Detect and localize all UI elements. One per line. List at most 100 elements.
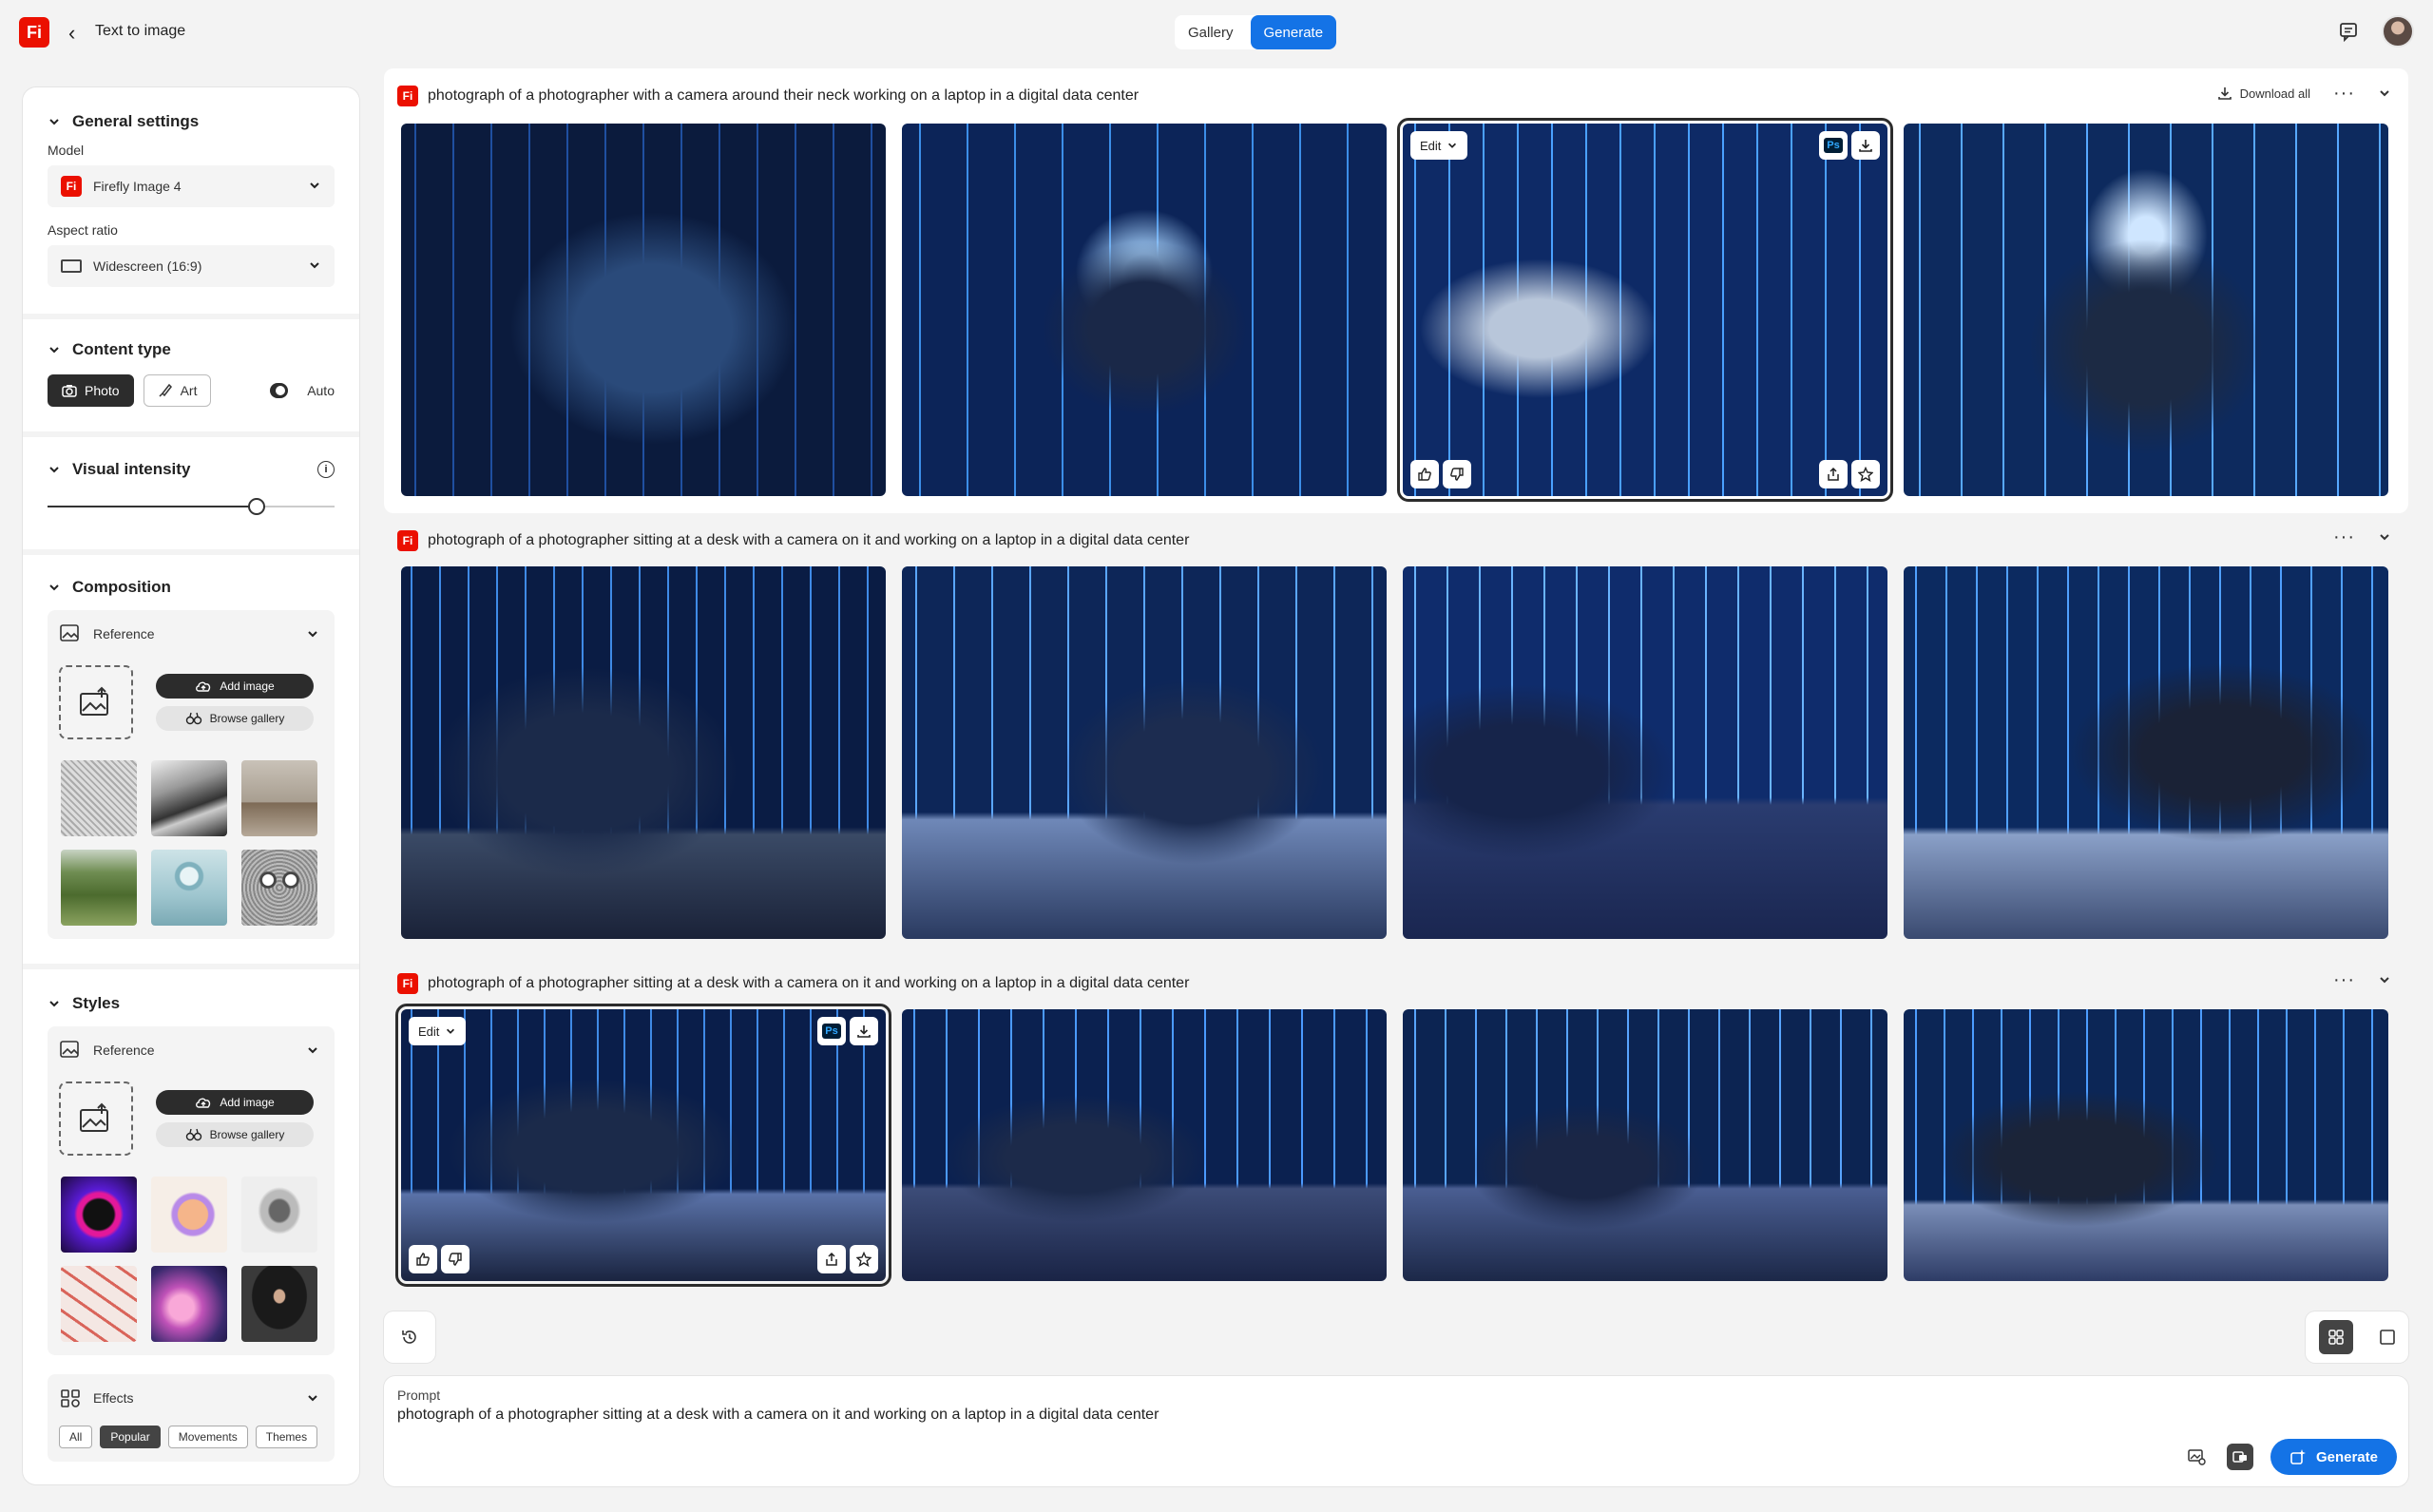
- composition-reference-dropdown[interactable]: Reference: [59, 622, 323, 646]
- row-1-tools: Download all ···: [2217, 84, 2391, 103]
- style-preset-pink-clouds[interactable]: [151, 1266, 227, 1342]
- prompt-input[interactable]: photograph of a photographer sitting at …: [397, 1407, 1159, 1424]
- row-1-prompt: Fi photograph of a photographer with a c…: [397, 86, 1139, 106]
- effects-chip-themes[interactable]: Themes: [255, 1426, 318, 1448]
- slider-thumb[interactable]: [248, 498, 266, 515]
- like-button[interactable]: [1410, 460, 1439, 488]
- generated-image[interactable]: [1904, 1009, 2388, 1281]
- style-preset-3d-thumbs-up[interactable]: [151, 1177, 227, 1253]
- tab-generate[interactable]: Generate: [1250, 15, 1337, 49]
- effects-chip-all[interactable]: All: [59, 1426, 93, 1448]
- generated-image[interactable]: [1403, 566, 1887, 939]
- dislike-button[interactable]: [441, 1245, 469, 1273]
- like-button[interactable]: [409, 1245, 437, 1273]
- effects-chip-popular[interactable]: Popular: [100, 1426, 161, 1448]
- model-select[interactable]: Fi Firefly Image 4: [48, 165, 335, 207]
- firefly-logo[interactable]: Fi: [19, 17, 49, 48]
- generated-image[interactable]: [902, 124, 1387, 496]
- credentials-icon: [2232, 1451, 2247, 1463]
- general-settings-header[interactable]: General settings: [48, 112, 335, 131]
- user-avatar[interactable]: [2382, 15, 2414, 48]
- share-button[interactable]: [1819, 460, 1848, 488]
- download-image-button[interactable]: [850, 1017, 878, 1045]
- tab-gallery[interactable]: Gallery: [1175, 15, 1247, 49]
- composition-section: Composition Reference Add image Browse g…: [23, 555, 359, 969]
- aspect-ratio-select[interactable]: Widescreen (16:9): [48, 245, 335, 287]
- composition-preset-living-room[interactable]: [241, 760, 317, 836]
- generated-image[interactable]: [902, 566, 1387, 939]
- download-all-button[interactable]: Download all: [2217, 86, 2310, 101]
- row-2-tools: ···: [2333, 527, 2391, 546]
- composition-preset-owl-sketch[interactable]: [241, 850, 317, 926]
- composition-preset-green-field[interactable]: [61, 850, 137, 926]
- composition-add-image-button[interactable]: Add image: [156, 674, 314, 699]
- composition-reference-panel: Reference Add image Browse gallery: [48, 610, 335, 939]
- styles-drop-zone[interactable]: [59, 1081, 133, 1156]
- grid-view-button[interactable]: [2318, 1320, 2353, 1354]
- more-options-icon[interactable]: ···: [2333, 84, 2355, 103]
- chevron-down-icon[interactable]: [2378, 530, 2391, 544]
- photo-button[interactable]: Photo: [48, 374, 134, 407]
- styles-add-image-button[interactable]: Add image: [156, 1090, 314, 1115]
- open-in-photoshop-button[interactable]: Ps: [817, 1017, 846, 1045]
- effects-chip-movements[interactable]: Movements: [167, 1426, 248, 1448]
- style-preset-neon-portal[interactable]: [61, 1177, 137, 1253]
- open-in-photoshop-button[interactable]: Ps: [1819, 131, 1848, 160]
- style-preset-red-pattern[interactable]: [61, 1266, 137, 1342]
- composition-preset-bird-sketch[interactable]: [61, 760, 137, 836]
- generated-image[interactable]: [1904, 566, 2388, 939]
- download-image-button[interactable]: [1851, 131, 1880, 160]
- visual-intensity-header[interactable]: Visual intensity i: [48, 460, 335, 479]
- dislike-button[interactable]: [1443, 460, 1471, 488]
- content-type-header[interactable]: Content type: [48, 340, 335, 359]
- binoculars-icon: [185, 712, 201, 725]
- generated-image[interactable]: [1904, 124, 2388, 496]
- styles-reference-panel: Reference Add image Browse gallery: [48, 1026, 335, 1355]
- composition-browse-gallery-button[interactable]: Browse gallery: [156, 706, 314, 731]
- chevron-down-icon[interactable]: [2378, 973, 2391, 986]
- generated-image[interactable]: [902, 1009, 1387, 1281]
- styles-browse-gallery-button[interactable]: Browse gallery: [156, 1122, 314, 1147]
- edit-dropdown-button[interactable]: Edit: [1410, 131, 1468, 160]
- mode-switch: Gallery Generate: [1175, 15, 1337, 49]
- style-preset-dark-portrait[interactable]: [241, 1266, 317, 1342]
- prompt-suggestions-button[interactable]: [2183, 1444, 2210, 1470]
- download-icon: [857, 1025, 871, 1038]
- chevron-down-icon: [310, 182, 319, 189]
- generated-image-selected[interactable]: Edit Ps: [1397, 118, 1893, 502]
- info-icon[interactable]: i: [317, 461, 335, 478]
- chevron-down-icon[interactable]: [2378, 86, 2391, 100]
- composition-header[interactable]: Composition: [48, 578, 335, 597]
- generate-button[interactable]: Generate: [2270, 1439, 2397, 1475]
- content-credentials-button[interactable]: [2226, 1444, 2253, 1470]
- composition-preset-mountain-road[interactable]: [151, 760, 227, 836]
- styles-reference-dropdown[interactable]: Reference: [59, 1038, 323, 1062]
- composition-title: Composition: [72, 578, 171, 596]
- single-view-icon[interactable]: [2379, 1329, 2396, 1346]
- styles-section: Styles Reference Add image Browse galler…: [23, 969, 359, 1477]
- row-1-images: Edit Ps: [401, 118, 2388, 502]
- effects-dropdown[interactable]: Effects: [59, 1386, 323, 1410]
- art-button[interactable]: Art: [143, 374, 212, 407]
- favorite-button[interactable]: [850, 1245, 878, 1273]
- favorite-button[interactable]: [1851, 460, 1880, 488]
- generated-image-selected[interactable]: Edit Ps: [395, 1004, 891, 1287]
- edit-dropdown-button[interactable]: Edit: [409, 1017, 467, 1045]
- history-button[interactable]: [384, 1311, 435, 1363]
- back-chevron-icon[interactable]: ‹: [68, 21, 75, 46]
- composition-drop-zone[interactable]: [59, 665, 133, 739]
- feedback-chat-icon[interactable]: [2338, 21, 2359, 42]
- auto-toggle[interactable]: [270, 383, 289, 398]
- more-options-icon[interactable]: ···: [2333, 527, 2355, 546]
- generated-image[interactable]: [401, 566, 886, 939]
- more-options-icon[interactable]: ···: [2333, 970, 2355, 989]
- generated-image[interactable]: [401, 124, 886, 496]
- generated-image[interactable]: [1403, 1009, 1887, 1281]
- visual-intensity-slider[interactable]: [48, 492, 335, 521]
- share-button[interactable]: [817, 1245, 846, 1273]
- styles-header[interactable]: Styles: [48, 994, 335, 1013]
- composition-preset-sphere[interactable]: [151, 850, 227, 926]
- row-3-images: Edit Ps: [395, 1004, 2388, 1287]
- chevron-down-icon: [447, 1028, 455, 1034]
- style-preset-statue-sketch[interactable]: [241, 1177, 317, 1253]
